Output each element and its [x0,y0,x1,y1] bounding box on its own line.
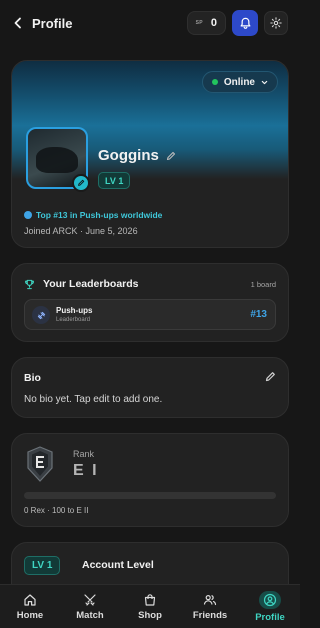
settings-button[interactable] [264,11,288,35]
notifications-button[interactable] [232,10,258,36]
online-indicator [211,79,218,85]
bio-title: Bio [24,372,41,384]
leaderboard-name: Push-ups [56,306,93,315]
currency-balance[interactable]: SP 0 [186,11,226,35]
leaderboard-rank: #13 [250,309,267,320]
trophy-icon [25,279,34,289]
world-rank-text: Top #13 in Push-ups worldwide [36,210,163,220]
bottom-nav: Home Match Shop Friends Profile [0,584,300,628]
swords-icon [84,593,96,606]
joined-date: Joined ARCK · June 5, 2026 [24,226,138,236]
edit-avatar-button[interactable] [72,174,90,192]
rank-card: Rank E I 0 Rex · 100 to E II [11,433,289,527]
leaderboards-count: 1 board [250,280,276,289]
bio-text: No bio yet. Tap edit to add one. [24,394,163,405]
nav-item-match[interactable]: Match [62,593,118,621]
nav-item-shop[interactable]: Shop [122,593,178,621]
currency-tag: SP [195,20,203,26]
leaderboards-header: Your Leaderboards [24,278,139,290]
world-rank-line: Top #13 in Push-ups worldwide [24,210,162,220]
status-dropdown[interactable]: Online [201,71,278,93]
leaderboard-subtitle: Leaderboard [56,317,91,323]
dumbbell-glyph [37,311,45,319]
nav-item-friends[interactable]: Friends [182,593,238,621]
account-level-badge: LV 1 [24,556,61,575]
pencil-icon[interactable] [166,151,176,161]
top-bar: Profile SP 0 [0,0,300,46]
nav-active-indicator [259,590,281,609]
bell-icon [240,17,250,29]
nav-label-home: Home [16,609,44,621]
pencil-icon[interactable] [265,371,276,382]
currency-count: 0 [210,17,217,29]
leaderboard-item-push-ups[interactable]: Push-ups Leaderboard #13 [24,299,276,330]
nav-item-profile[interactable]: Profile [242,590,298,623]
users-icon [203,594,217,605]
nav-item-home[interactable]: Home [2,593,58,621]
account-level-title: Account Level [82,559,154,571]
username: Goggins [98,147,159,164]
bio-card: Bio No bio yet. Tap edit to add one. [11,357,289,418]
rank-progress-bar [24,492,276,499]
shopping-bag-icon [144,593,156,606]
nav-label-profile: Profile [255,611,285,623]
rank-progress-text: 0 Rex · 100 to E II [24,506,89,515]
level-badge: LV 1 [98,172,131,189]
dumbbell-icon [32,306,50,324]
rank-value: E I [73,462,99,479]
leaderboards-card: Your Leaderboards 1 board Push-ups Leade… [11,263,289,342]
user-circle-icon [263,593,277,606]
back-button[interactable]: Profile [12,16,72,31]
chevron-left-icon [14,17,21,29]
pencil-icon [78,179,85,186]
leaderboards-title: Your Leaderboards [43,278,139,290]
nav-label-friends: Friends [192,609,228,621]
rank-label: Rank [73,449,95,459]
nav-label-match: Match [76,609,104,621]
username-row: Goggins [98,147,176,164]
nav-label-shop: Shop [138,609,162,621]
gear-icon [270,17,282,29]
chevron-down-icon [261,80,268,84]
page-title: Profile [32,15,73,31]
globe-icon [24,211,32,219]
status-label: Online [223,76,255,88]
avatar-image [36,147,78,173]
home-icon [24,593,36,606]
profile-card: Online Goggins LV 1 Top #13 in Push-ups … [11,60,289,248]
rank-emblem-icon [27,446,53,482]
